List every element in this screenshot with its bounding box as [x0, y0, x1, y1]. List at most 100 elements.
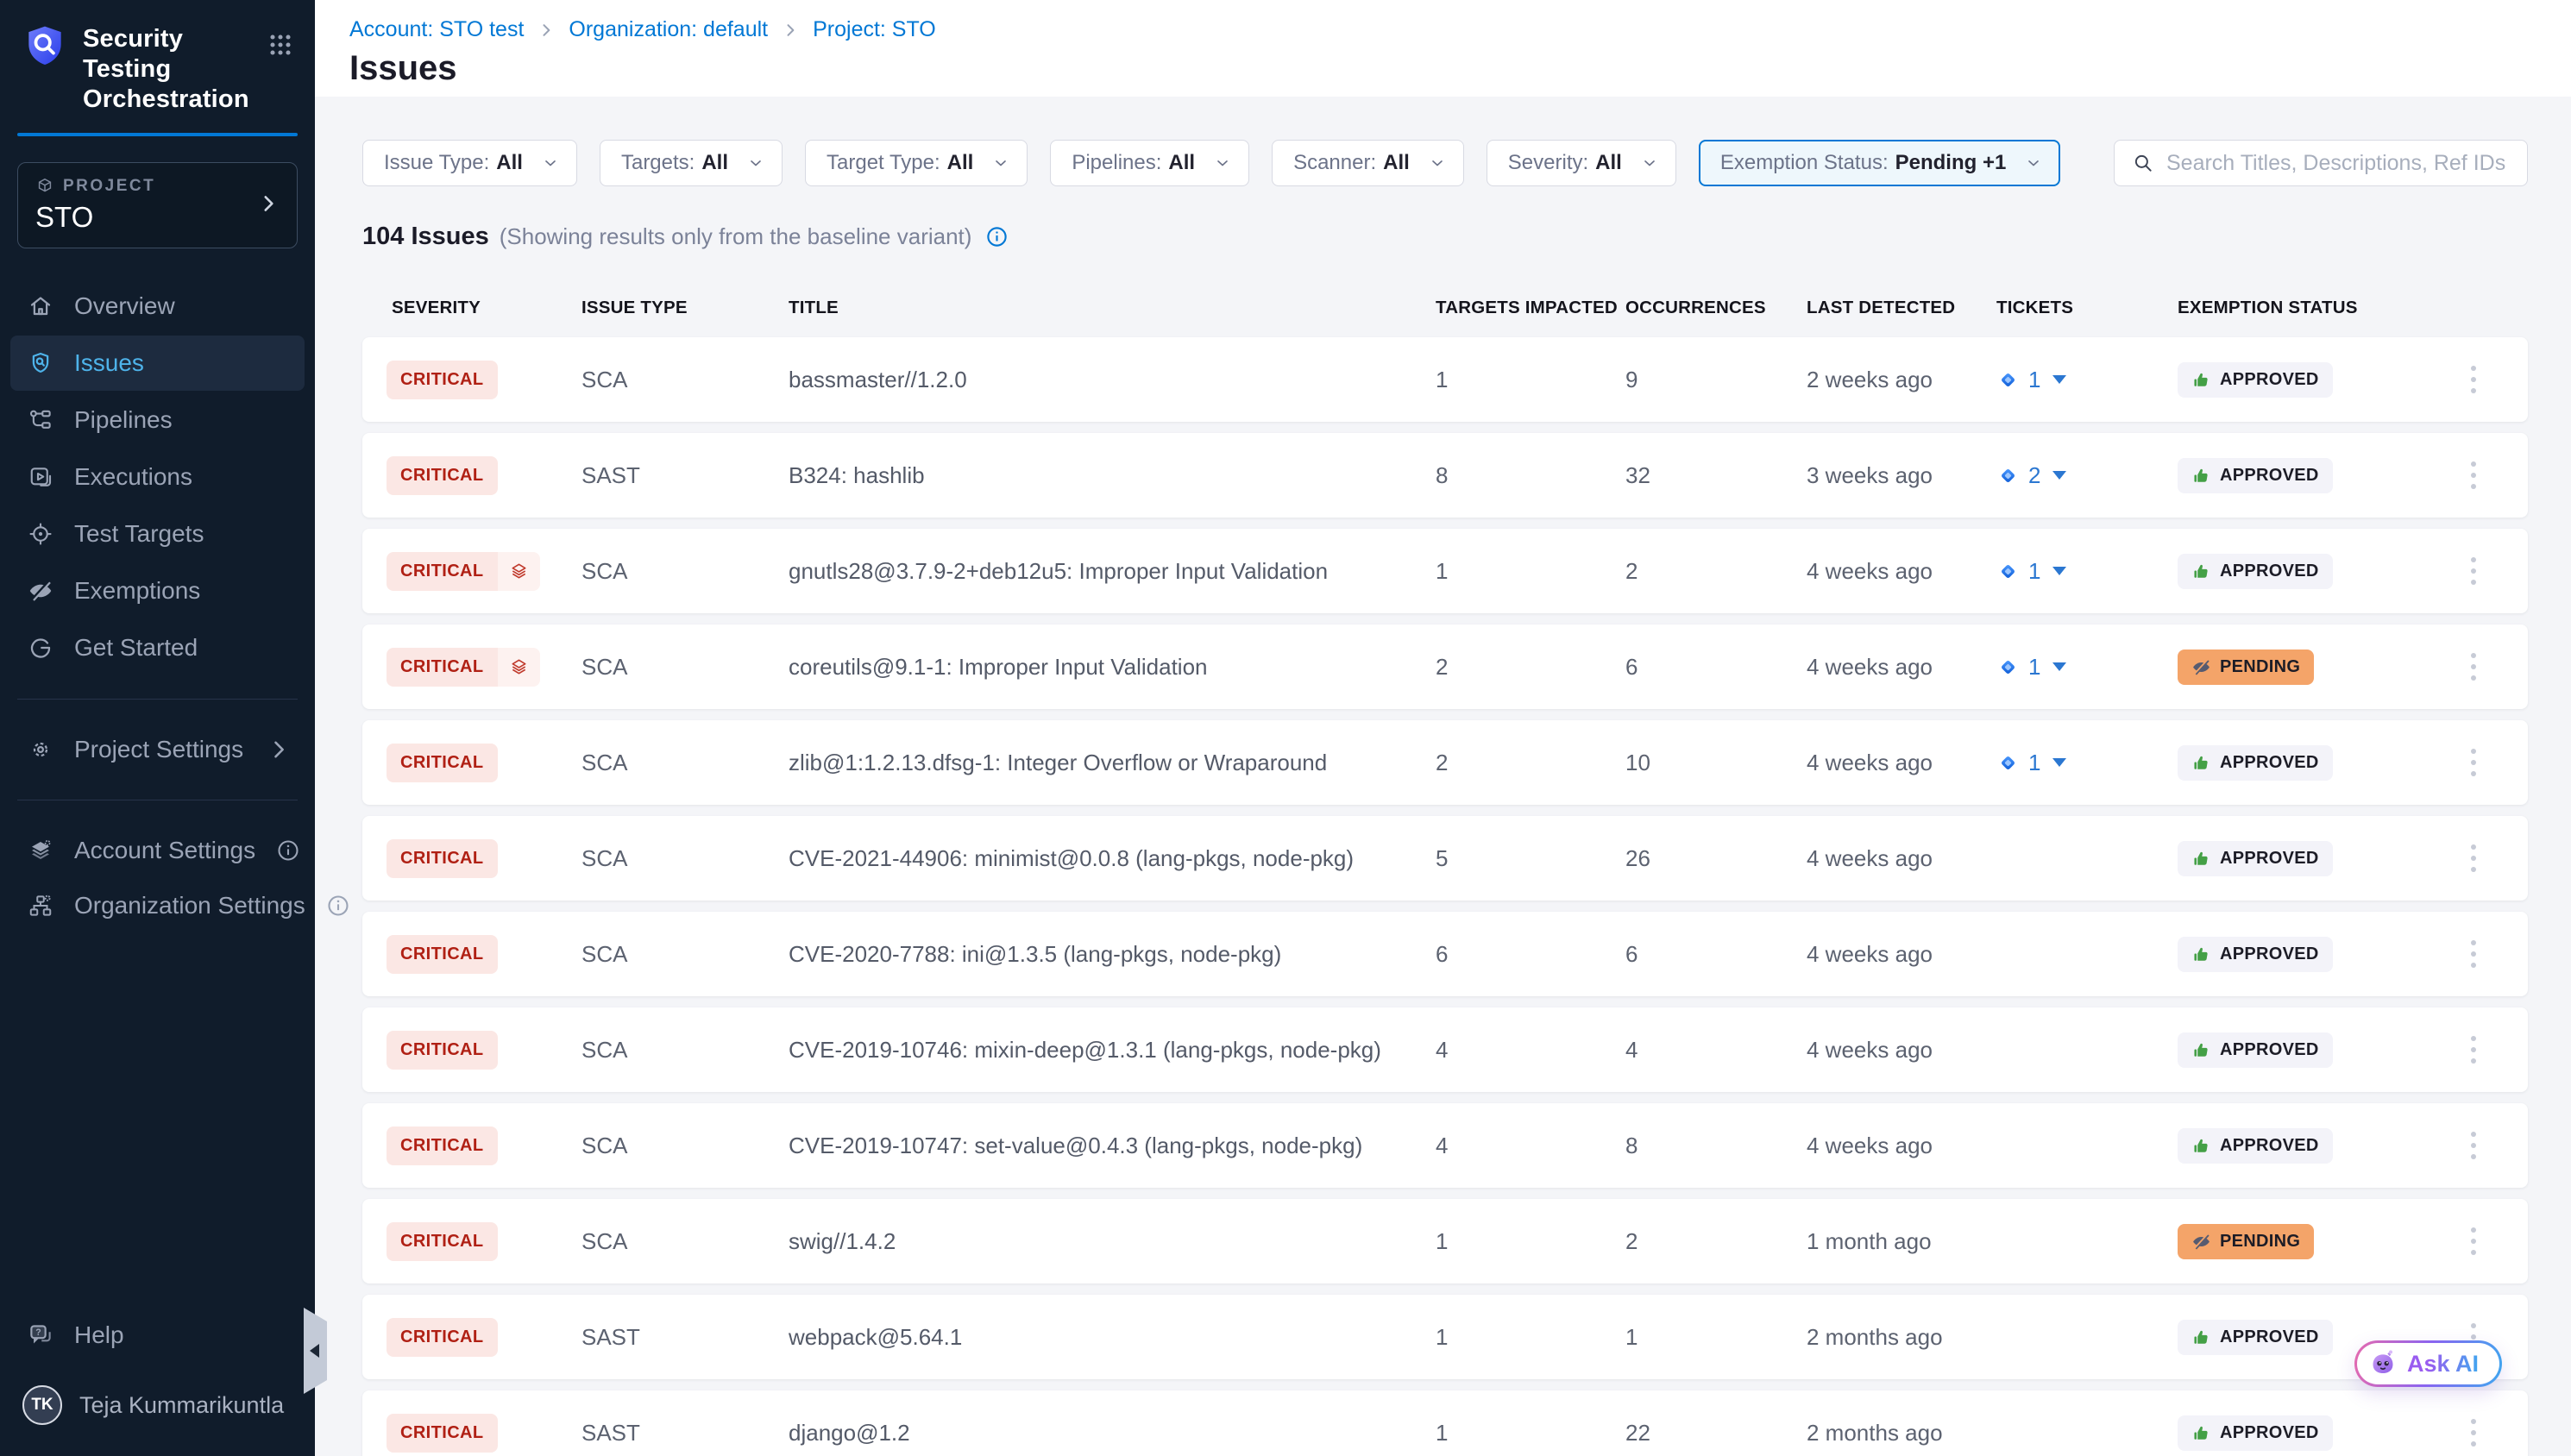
- table-row[interactable]: CRITICALSASTB324: hashlib8323 weeks ago2…: [362, 433, 2528, 518]
- filter-targets[interactable]: Targets:All: [600, 140, 783, 186]
- occurrences: 26: [1596, 845, 1777, 872]
- row-menu-button[interactable]: [2464, 1125, 2483, 1166]
- filter-pipelines[interactable]: Pipelines:All: [1050, 140, 1249, 186]
- module-grid-icon[interactable]: [265, 22, 296, 65]
- row-menu-button[interactable]: [2464, 742, 2483, 783]
- severity-badge: CRITICAL: [387, 361, 498, 399]
- sidebar-item-label: Overview: [74, 292, 175, 320]
- caret-down-icon[interactable]: [2052, 471, 2066, 480]
- table-row[interactable]: CRITICALSCAcoreutils@9.1-1: Improper Inp…: [362, 624, 2528, 709]
- tickets-cell: 1: [1967, 558, 2148, 585]
- sidebar-item-get-started[interactable]: Get Started: [10, 620, 305, 675]
- occurrences: 9: [1596, 367, 1777, 393]
- row-menu-button[interactable]: [2464, 933, 2483, 975]
- ticket-count: 1: [2028, 558, 2040, 585]
- issue-title[interactable]: CVE-2019-10746: mixin-deep@1.3.1 (lang-p…: [759, 1037, 1406, 1064]
- targets-impacted: 8: [1406, 462, 1596, 489]
- info-icon[interactable]: [276, 838, 300, 863]
- sidebar-item-project-settings[interactable]: Project Settings: [10, 722, 305, 777]
- issue-title[interactable]: CVE-2019-10747: set-value@0.4.3 (lang-pk…: [759, 1133, 1406, 1159]
- jira-ticket-icon[interactable]: [1996, 751, 2020, 775]
- search-input[interactable]: [2166, 151, 2510, 176]
- sidebar-item-exemptions[interactable]: Exemptions: [10, 563, 305, 618]
- search-box[interactable]: [2114, 140, 2528, 186]
- sidebar-item-overview[interactable]: Overview: [10, 279, 305, 334]
- targets-impacted: 1: [1406, 558, 1596, 585]
- issue-title[interactable]: coreutils@9.1-1: Improper Input Validati…: [759, 654, 1406, 681]
- breadcrumb-account[interactable]: Account: STO test: [349, 17, 524, 42]
- table-row[interactable]: CRITICALSCAswig//1.4.2121 month agoPENDI…: [362, 1199, 2528, 1283]
- info-icon[interactable]: [326, 894, 350, 918]
- issue-title[interactable]: gnutls28@3.7.9-2+deb12u5: Improper Input…: [759, 558, 1406, 585]
- issue-title[interactable]: webpack@5.64.1: [759, 1324, 1406, 1351]
- caret-down-icon[interactable]: [2052, 375, 2066, 384]
- sidebar-item-help[interactable]: ? Help: [10, 1308, 305, 1363]
- ask-ai-button[interactable]: Ask AI: [2354, 1340, 2502, 1387]
- pipelines-icon: [28, 407, 53, 433]
- issue-title[interactable]: swig//1.4.2: [759, 1228, 1406, 1255]
- row-menu-button[interactable]: [2464, 1412, 2483, 1453]
- sidebar-item-organization-settings[interactable]: Organization Settings: [10, 878, 305, 933]
- user-profile[interactable]: TK Teja Kummarikuntla: [10, 1375, 305, 1435]
- table-row[interactable]: CRITICALSCACVE-2020-7788: ini@1.3.5 (lan…: [362, 912, 2528, 996]
- last-detected: 2 weeks ago: [1777, 367, 1967, 393]
- issue-title[interactable]: zlib@1:1.2.13.dfsg-1: Integer Overflow o…: [759, 750, 1406, 776]
- filter-label: Severity:All: [1508, 151, 1622, 175]
- table-row[interactable]: CRITICALSCAbassmaster//1.2.0192 weeks ag…: [362, 337, 2528, 422]
- row-menu-button[interactable]: [2464, 550, 2483, 592]
- jira-ticket-icon[interactable]: [1996, 368, 2020, 392]
- table-row[interactable]: CRITICALSCACVE-2019-10747: set-value@0.4…: [362, 1103, 2528, 1188]
- row-menu-button[interactable]: [2464, 1029, 2483, 1070]
- row-menu-button[interactable]: [2464, 838, 2483, 879]
- main-header: Account: STO test Organization: default …: [315, 0, 2571, 97]
- row-menu-button[interactable]: [2464, 359, 2483, 400]
- caret-down-icon[interactable]: [2052, 662, 2066, 671]
- occurrences: 4: [1596, 1037, 1777, 1064]
- col-severity: SEVERITY: [362, 298, 552, 318]
- table-row[interactable]: CRITICALSCACVE-2019-10746: mixin-deep@1.…: [362, 1007, 2528, 1092]
- project-selector[interactable]: PROJECT STO: [17, 162, 298, 248]
- jira-ticket-icon[interactable]: [1996, 656, 2020, 679]
- filter-exemption-status[interactable]: Exemption Status:Pending +1: [1699, 140, 2060, 186]
- breadcrumb-organization[interactable]: Organization: default: [569, 17, 768, 42]
- issue-title[interactable]: CVE-2021-44906: minimist@0.0.8 (lang-pkg…: [759, 845, 1406, 872]
- row-menu-button[interactable]: [2464, 646, 2483, 687]
- breadcrumb-project[interactable]: Project: STO: [813, 17, 936, 42]
- issues-shield-icon: [28, 350, 53, 376]
- filter-scanner[interactable]: Scanner:All: [1272, 140, 1464, 186]
- jira-ticket-icon[interactable]: [1996, 464, 2020, 487]
- issue-title[interactable]: CVE-2020-7788: ini@1.3.5 (lang-pkgs, nod…: [759, 941, 1406, 968]
- caret-down-icon[interactable]: [2052, 758, 2066, 767]
- last-detected: 2 months ago: [1777, 1420, 1967, 1447]
- issue-title[interactable]: B324: hashlib: [759, 462, 1406, 489]
- row-menu-button[interactable]: [2464, 1221, 2483, 1262]
- issue-title[interactable]: django@1.2: [759, 1420, 1406, 1447]
- sidebar-item-issues[interactable]: Issues: [10, 336, 305, 391]
- last-detected: 4 weeks ago: [1777, 845, 1967, 872]
- row-menu-button[interactable]: [2464, 455, 2483, 496]
- filter-severity[interactable]: Severity:All: [1487, 140, 1676, 186]
- sidebar-item-label: Issues: [74, 349, 144, 377]
- table-row[interactable]: CRITICALSCACVE-2021-44906: minimist@0.0.…: [362, 816, 2528, 901]
- table-row[interactable]: CRITICALSCAgnutls28@3.7.9-2+deb12u5: Imp…: [362, 529, 2528, 613]
- exemption-status-cell: APPROVED: [2148, 1032, 2407, 1068]
- issue-title[interactable]: bassmaster//1.2.0: [759, 367, 1406, 393]
- sidebar-collapse-handle[interactable]: [304, 1308, 327, 1394]
- chevron-down-icon: [1641, 154, 1658, 172]
- sidebar-item-label: Exemptions: [74, 577, 200, 605]
- filter-issue-type[interactable]: Issue Type:All: [362, 140, 577, 186]
- jira-ticket-icon[interactable]: [1996, 560, 2020, 583]
- table-row[interactable]: CRITICALSASTwebpack@5.64.1112 months ago…: [362, 1295, 2528, 1379]
- exemption-status-cell: APPROVED: [2148, 1128, 2407, 1164]
- last-detected: 4 weeks ago: [1777, 941, 1967, 968]
- table-row[interactable]: CRITICALSASTdjango@1.21222 months agoAPP…: [362, 1390, 2528, 1456]
- info-icon[interactable]: [985, 225, 1009, 248]
- filter-target-type[interactable]: Target Type:All: [805, 140, 1028, 186]
- sidebar-item-pipelines[interactable]: Pipelines: [10, 392, 305, 448]
- filter-label: Targets:All: [621, 151, 728, 175]
- table-row[interactable]: CRITICALSCAzlib@1:1.2.13.dfsg-1: Integer…: [362, 720, 2528, 805]
- sidebar-item-executions[interactable]: Executions: [10, 449, 305, 505]
- sidebar-item-test-targets[interactable]: Test Targets: [10, 506, 305, 562]
- caret-down-icon[interactable]: [2052, 567, 2066, 575]
- sidebar-item-account-settings[interactable]: Account Settings: [10, 823, 305, 878]
